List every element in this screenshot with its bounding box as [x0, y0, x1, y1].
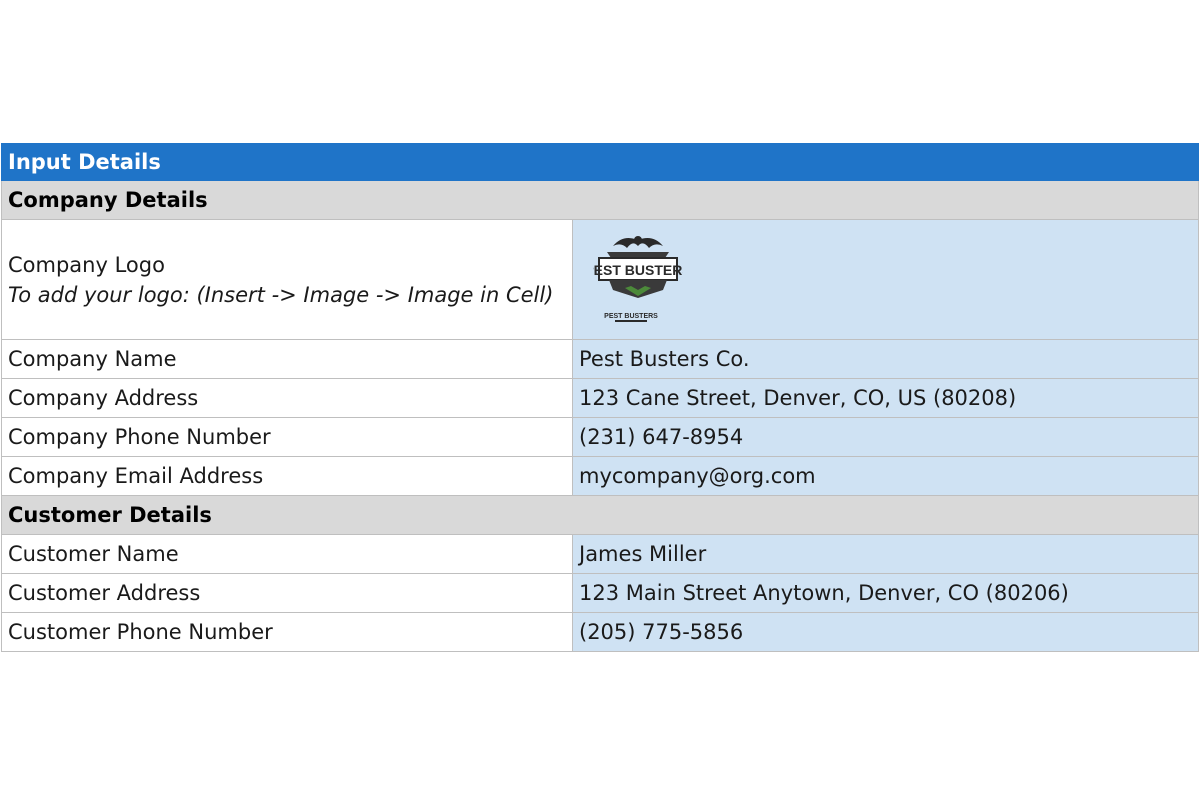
customer-phone-label[interactable]: Customer Phone Number — [2, 613, 573, 651]
company-logo-cell[interactable]: PEST BUSTERS PEST BUSTERS — [573, 220, 1198, 339]
input-details-table: Input Details Company Details Company Lo… — [1, 143, 1199, 652]
company-logo-label-cell[interactable]: Company Logo To add your logo: (Insert -… — [2, 220, 573, 339]
customer-phone-row: Customer Phone Number (205) 775-5856 — [1, 613, 1199, 652]
table-title: Input Details — [8, 150, 161, 174]
customer-name-label[interactable]: Customer Name — [2, 535, 573, 573]
company-phone-value[interactable]: (231) 647-8954 — [573, 418, 1198, 456]
company-email-label[interactable]: Company Email Address — [2, 457, 573, 495]
company-email-value[interactable]: mycompany@org.com — [573, 457, 1198, 495]
company-address-value[interactable]: 123 Cane Street, Denver, CO, US (80208) — [573, 379, 1198, 417]
company-logo-label: Company Logo — [8, 252, 165, 277]
section-title-customer: Customer Details — [8, 503, 212, 527]
customer-address-row: Customer Address 123 Main Street Anytown… — [1, 574, 1199, 613]
company-phone-row: Company Phone Number (231) 647-8954 — [1, 418, 1199, 457]
company-address-row: Company Address 123 Cane Street, Denver,… — [1, 379, 1199, 418]
company-logo-row: Company Logo To add your logo: (Insert -… — [1, 220, 1199, 340]
section-header-company: Company Details — [1, 181, 1199, 220]
company-email-row: Company Email Address mycompany@org.com — [1, 457, 1199, 496]
company-logo-hint: To add your logo: (Insert -> Image -> Im… — [8, 282, 554, 307]
title-row: Input Details — [1, 143, 1199, 181]
company-name-value[interactable]: Pest Busters Co. — [573, 340, 1198, 378]
company-name-label[interactable]: Company Name — [2, 340, 573, 378]
logo-text-main: PEST BUSTERS — [593, 262, 683, 278]
customer-address-label[interactable]: Customer Address — [2, 574, 573, 612]
company-address-label[interactable]: Company Address — [2, 379, 573, 417]
customer-address-value[interactable]: 123 Main Street Anytown, Denver, CO (802… — [573, 574, 1198, 612]
company-phone-label[interactable]: Company Phone Number — [2, 418, 573, 456]
customer-name-value[interactable]: James Miller — [573, 535, 1198, 573]
customer-phone-value[interactable]: (205) 775-5856 — [573, 613, 1198, 651]
company-name-row: Company Name Pest Busters Co. — [1, 340, 1199, 379]
pest-busters-logo-icon: PEST BUSTERS PEST BUSTERS — [593, 236, 683, 322]
logo-text-sub: PEST BUSTERS — [604, 313, 658, 320]
section-header-customer: Customer Details — [1, 496, 1199, 535]
customer-name-row: Customer Name James Miller — [1, 535, 1199, 574]
section-title-company: Company Details — [8, 188, 208, 212]
